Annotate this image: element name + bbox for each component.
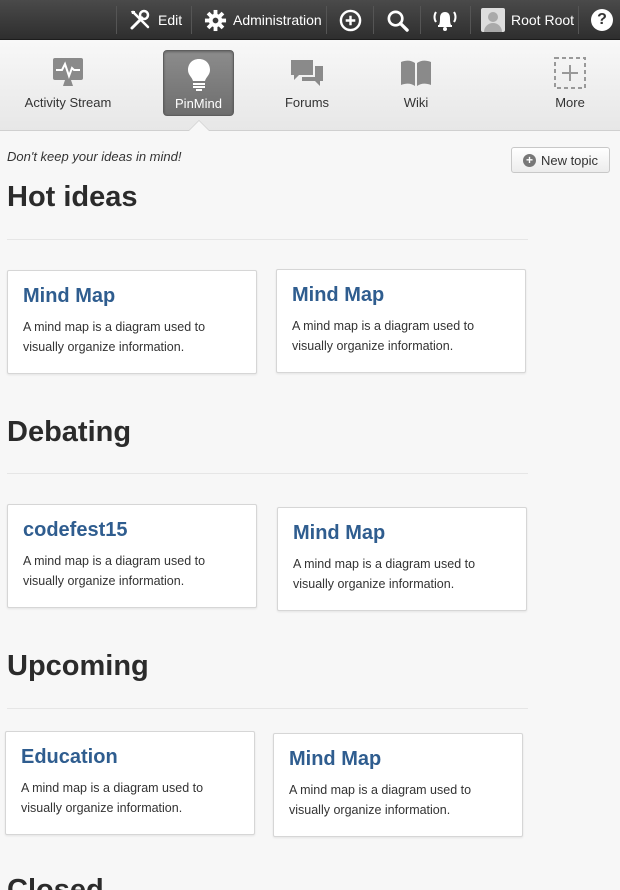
- nav-activity-stream[interactable]: Activity Stream: [22, 50, 114, 116]
- idea-card[interactable]: Mind Map A mind map is a diagram used to…: [276, 269, 526, 373]
- idea-card-title[interactable]: Mind Map: [289, 748, 507, 771]
- nav-label: PinMind: [175, 96, 222, 111]
- idea-card[interactable]: Mind Map A mind map is a diagram used to…: [7, 270, 257, 374]
- idea-card[interactable]: Mind Map A mind map is a diagram used to…: [273, 733, 523, 837]
- nav-label: Forums: [284, 95, 330, 110]
- new-topic-label: New topic: [540, 152, 599, 168]
- section-title-debating: Debating: [7, 416, 132, 448]
- administration-label: Administration: [233, 12, 322, 28]
- bell-alert-icon: [432, 8, 458, 32]
- user-name: Root Root: [511, 12, 575, 28]
- idea-card[interactable]: Mind Map A mind map is a diagram used to…: [277, 507, 527, 611]
- nav-more[interactable]: More: [524, 50, 616, 116]
- section-divider: [7, 473, 528, 474]
- toolbar-separator: [470, 6, 471, 34]
- edit-label: Edit: [158, 12, 183, 28]
- nav-label: More: [555, 95, 585, 110]
- nav-label: Wiki: [403, 95, 429, 110]
- page-tagline: Don't keep your ideas in mind!: [7, 149, 182, 164]
- search-icon: [386, 9, 409, 32]
- plus-circle-icon: +: [522, 153, 536, 167]
- create-button[interactable]: [339, 0, 362, 40]
- administration-button[interactable]: Administration: [204, 0, 322, 40]
- notifications-button[interactable]: [432, 0, 458, 40]
- new-topic-button[interactable]: + New topic: [511, 147, 610, 173]
- more-plus-icon: [553, 56, 587, 90]
- idea-card[interactable]: codefest15 A mind map is a diagram used …: [7, 504, 257, 608]
- idea-card-title[interactable]: codefest15: [23, 519, 241, 542]
- gear-icon: [204, 9, 227, 32]
- toolbar-separator: [373, 6, 374, 34]
- section-divider: [7, 239, 528, 240]
- avatar: [481, 8, 505, 32]
- toolbar-separator: [326, 6, 327, 34]
- nav-wiki[interactable]: Wiki: [370, 50, 462, 116]
- toolbar-separator: [116, 6, 117, 34]
- help-button[interactable]: ?: [591, 0, 613, 40]
- idea-card-description: A mind map is a diagram used to visually…: [292, 319, 475, 353]
- active-tab-pointer: [189, 121, 209, 131]
- wrench-screwdriver-icon: [128, 8, 152, 32]
- lightbulb-icon: [185, 57, 213, 91]
- app-navigation: Activity Stream PinMind Forums Wiki More: [0, 40, 620, 131]
- edit-button[interactable]: Edit: [128, 0, 182, 40]
- activity-stream-icon: [51, 56, 85, 90]
- forums-icon: [289, 56, 325, 90]
- section-title-upcoming: Upcoming: [7, 650, 149, 682]
- nav-forums[interactable]: Forums: [261, 50, 353, 116]
- idea-card-title[interactable]: Education: [21, 746, 239, 769]
- idea-card[interactable]: Education A mind map is a diagram used t…: [5, 731, 255, 835]
- idea-card-description: A mind map is a diagram used to visually…: [289, 783, 472, 817]
- toolbar-separator: [578, 6, 579, 34]
- nav-label: Activity Stream: [24, 95, 112, 110]
- admin-toolbar: Edit Administration Root Root ?: [0, 0, 620, 40]
- idea-card-title[interactable]: Mind Map: [292, 284, 510, 307]
- search-button[interactable]: [386, 0, 409, 40]
- idea-card-description: A mind map is a diagram used to visually…: [293, 557, 476, 591]
- add-circle-icon: [339, 9, 362, 32]
- help-icon: ?: [591, 9, 613, 31]
- wiki-book-icon: [399, 56, 433, 90]
- idea-card-title[interactable]: Mind Map: [23, 285, 241, 308]
- nav-pinmind[interactable]: PinMind: [163, 50, 234, 116]
- idea-card-description: A mind map is a diagram used to visually…: [23, 320, 206, 354]
- user-menu[interactable]: Root Root: [481, 0, 574, 40]
- section-divider: [7, 708, 528, 709]
- idea-card-description: A mind map is a diagram used to visually…: [21, 781, 204, 815]
- section-title-hot-ideas: Hot ideas: [7, 181, 138, 213]
- toolbar-separator: [420, 6, 421, 34]
- idea-card-description: A mind map is a diagram used to visually…: [23, 554, 206, 588]
- toolbar-separator: [191, 6, 192, 34]
- section-title-closed: Closed: [7, 874, 104, 890]
- idea-card-title[interactable]: Mind Map: [293, 522, 511, 545]
